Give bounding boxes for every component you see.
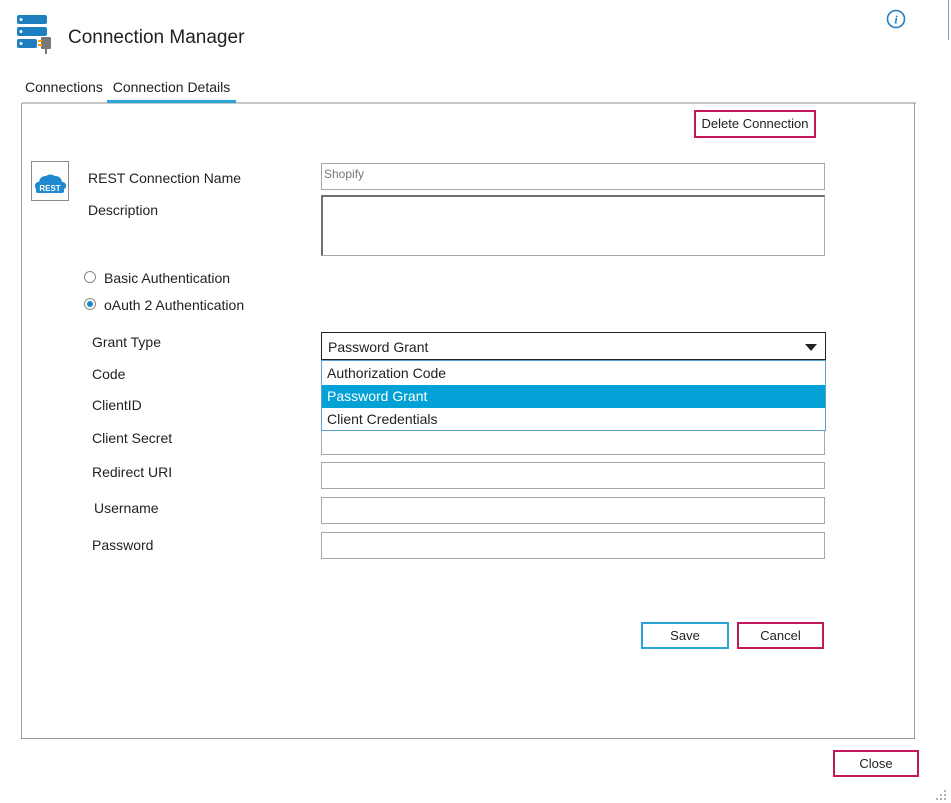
description-textarea[interactable] [321, 195, 825, 256]
basic-auth-radio[interactable] [84, 271, 96, 283]
grant-type-dropdown-list: Authorization Code Password Grant Client… [321, 360, 826, 431]
option-authorization-code[interactable]: Authorization Code [322, 362, 825, 385]
username-input[interactable] [321, 497, 825, 524]
grant-type-select[interactable]: Password Grant [321, 332, 826, 360]
grant-type-value: Password Grant [328, 339, 429, 355]
username-label: Username [94, 500, 159, 516]
code-label: Code [92, 366, 126, 382]
cancel-button[interactable]: Cancel [737, 622, 824, 649]
oauth2-radio[interactable] [84, 298, 96, 310]
rest-connection-name-label: REST Connection Name [88, 170, 242, 186]
svg-text:i: i [894, 13, 898, 27]
redirect-uri-label: Redirect URI [92, 464, 173, 480]
option-password-grant[interactable]: Password Grant [322, 385, 825, 408]
client-secret-input[interactable] [321, 430, 825, 455]
redirect-uri-input[interactable] [321, 462, 825, 489]
grant-type-label: Grant Type [92, 334, 162, 350]
window-edge [948, 0, 949, 40]
svg-text:REST: REST [39, 184, 60, 193]
tab-connections[interactable]: Connections [25, 78, 103, 103]
client-secret-label: Client Secret [92, 430, 173, 446]
clientid-label: ClientID [92, 397, 142, 413]
oauth2-label[interactable]: oAuth 2 Authentication [104, 297, 244, 313]
rest-connection-name-input[interactable]: Shopify [321, 163, 825, 190]
resize-grip-icon[interactable] [935, 789, 947, 801]
basic-auth-label[interactable]: Basic Authentication [104, 270, 230, 286]
rest-cloud-icon: REST [35, 174, 66, 193]
info-icon[interactable]: i [886, 9, 906, 29]
password-input[interactable] [321, 532, 825, 559]
radio-selected-dot [87, 301, 93, 307]
option-client-credentials[interactable]: Client Credentials [322, 408, 825, 431]
password-label: Password [92, 537, 154, 553]
window-title: Connection Manager [68, 27, 245, 48]
server-plug-icon [17, 15, 51, 54]
rest-icon-box: REST [31, 161, 69, 201]
dropdown-arrow-icon[interactable] [805, 344, 817, 351]
delete-connection-button[interactable]: Delete Connection [694, 110, 816, 138]
close-button[interactable]: Close [833, 750, 919, 777]
description-label: Description [88, 202, 159, 218]
save-button[interactable]: Save [641, 622, 729, 649]
